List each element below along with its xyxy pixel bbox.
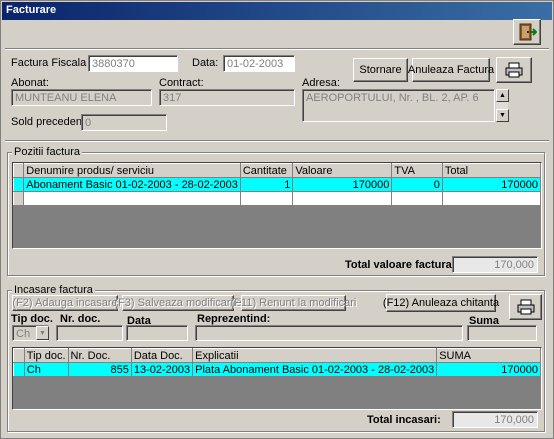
cell-explicatii[interactable]: Plata Abonament Basic 01-02-2003 - 28-02…	[192, 362, 438, 377]
cell-tva[interactable]: 0	[391, 177, 443, 192]
cell-data-doc[interactable]: 13-02-2003	[130, 362, 194, 377]
nr-doc-label: Nr. doc.	[60, 313, 101, 325]
col-denumire[interactable]: Denumire produs/ serviciu	[23, 163, 241, 178]
table-row[interactable]: Ch 855 13-02-2003 Plata Abonament Basic …	[13, 362, 541, 377]
cell-suma[interactable]: 170000	[436, 362, 541, 377]
data-doc-field[interactable]	[126, 325, 188, 341]
data-field[interactable]: 01-02-2003	[223, 55, 295, 72]
salveaza-modificari-button[interactable]: (F3) Salveaza modificarile	[114, 295, 242, 311]
print-invoice-button[interactable]	[496, 57, 532, 83]
cell-empty[interactable]	[239, 191, 294, 206]
reprezentind-field[interactable]	[195, 325, 463, 341]
col-tip-doc[interactable]: Tip doc.	[23, 348, 69, 363]
facturare-window: Facturare Factura Fiscala Nr.: 3880370 D…	[0, 0, 554, 439]
total-incasari-field: 170,000	[452, 411, 538, 428]
contract-label: Contract:	[159, 77, 204, 89]
anuleaza-chitanta-button[interactable]: (F12) Anuleaza chitanta	[383, 294, 499, 312]
cell-denumire[interactable]: Abonament Basic 01-02-2003 - 28-02-2003	[23, 177, 241, 192]
window-title: Facturare	[2, 2, 552, 20]
row-indicator	[13, 191, 25, 206]
incasari-grid[interactable]: Tip doc. Nr. Doc. Data Doc. Explicatii S…	[12, 347, 542, 410]
total-factura-field: 170,000	[452, 256, 538, 273]
pozitii-header-row: Denumire produs/ serviciu Cantitate Valo…	[13, 163, 541, 178]
adresa-scrollbar[interactable]: ▲ ▼	[495, 89, 509, 122]
scroll-up-icon[interactable]: ▲	[496, 89, 509, 102]
row-indicator-header	[13, 163, 25, 178]
printer-icon	[505, 62, 523, 78]
adresa-field[interactable]: AEROPORTULUI, Nr. , BL. 2, AP. 6	[302, 89, 495, 122]
col-suma[interactable]: SUMA	[436, 348, 541, 363]
exit-button[interactable]	[513, 19, 541, 45]
cell-tip-doc[interactable]: Ch	[23, 362, 69, 377]
cell-cantitate[interactable]: 1	[239, 177, 294, 192]
divider-mid	[5, 140, 549, 142]
col-cantitate[interactable]: Cantitate	[239, 163, 294, 178]
table-row-empty[interactable]	[13, 191, 541, 206]
total-factura-label: Total valoare factura:	[345, 259, 456, 271]
col-total[interactable]: Total	[441, 163, 541, 178]
cell-empty[interactable]	[23, 191, 241, 206]
pozitii-group-label: Pozitii factura	[12, 146, 83, 158]
suma-field[interactable]	[467, 325, 537, 341]
nr-doc-field[interactable]	[56, 325, 123, 341]
cell-empty[interactable]	[391, 191, 443, 206]
sold-label: Sold precedent:	[11, 116, 89, 128]
reprezentind-label: Reprezentind:	[197, 313, 271, 325]
incasari-header-row: Tip doc. Nr. Doc. Data Doc. Explicatii S…	[13, 348, 541, 363]
pozitii-grid[interactable]: Denumire produs/ serviciu Cantitate Valo…	[12, 162, 542, 249]
col-tva[interactable]: TVA	[391, 163, 443, 178]
cell-total[interactable]: 170000	[441, 177, 541, 192]
printer-icon	[517, 299, 534, 315]
adauga-incasare-button[interactable]: (F2) Adauga incasare	[12, 295, 118, 311]
scroll-down-icon[interactable]: ▼	[496, 109, 509, 122]
cell-empty[interactable]	[441, 191, 541, 206]
cell-nr-doc[interactable]: 855	[67, 362, 132, 377]
cell-empty[interactable]	[292, 191, 393, 206]
data-label: Data:	[192, 57, 219, 69]
row-indicator-header	[13, 348, 25, 363]
cell-valoare[interactable]: 170000	[292, 177, 393, 192]
contract-field[interactable]: 317	[159, 89, 295, 106]
col-explicatii[interactable]: Explicatii	[192, 348, 438, 363]
chevron-down-icon[interactable]: ▼	[36, 326, 49, 340]
col-valoare[interactable]: Valoare	[292, 163, 393, 178]
renunt-modificari-button[interactable]: (F11) Renunt la modificari	[231, 295, 356, 311]
row-indicator	[13, 362, 25, 377]
stornare-button[interactable]: Stornare	[353, 58, 408, 82]
table-row[interactable]: Abonament Basic 01-02-2003 - 28-02-2003 …	[13, 177, 541, 192]
factura-number-field[interactable]: 3880370	[88, 55, 178, 72]
adresa-label: Adresa:	[302, 77, 340, 89]
abonat-field[interactable]: MUNTEANU ELENA	[11, 89, 152, 106]
exit-door-icon	[519, 23, 537, 41]
anuleaza-factura-button[interactable]: Anuleaza Factura	[408, 58, 494, 82]
sold-field[interactable]: 0	[81, 114, 167, 131]
col-nr-doc[interactable]: Nr. Doc.	[67, 348, 132, 363]
row-indicator	[13, 177, 25, 192]
col-data-doc[interactable]: Data Doc.	[130, 348, 194, 363]
abonat-label: Abonat:	[11, 77, 49, 89]
print-receipt-button[interactable]	[509, 294, 542, 320]
total-incasari-label: Total incasari:	[367, 414, 441, 426]
divider-top	[5, 48, 549, 50]
tip-doc-label: Tip doc.	[11, 313, 53, 325]
